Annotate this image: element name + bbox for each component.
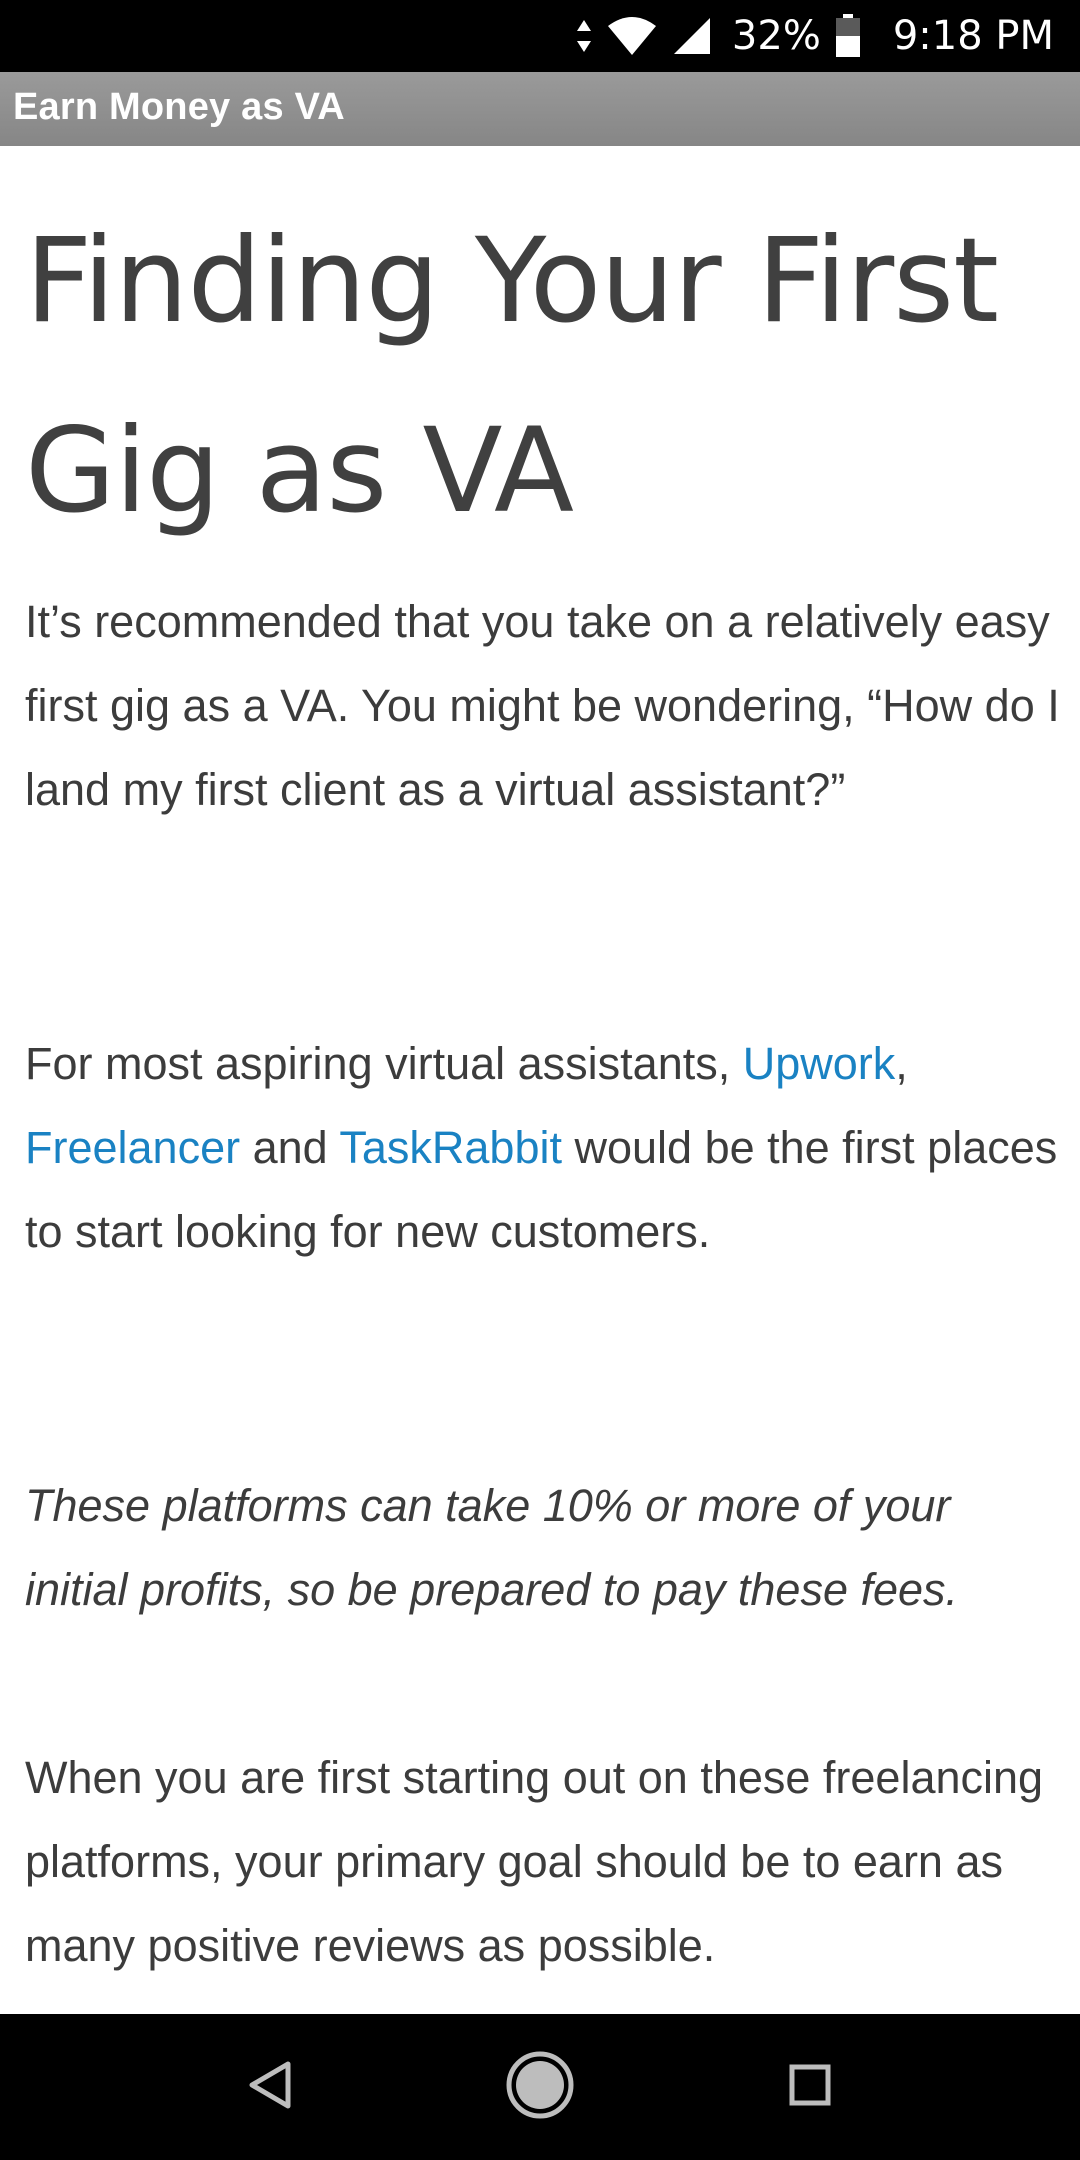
paragraph-reviews: When you are first starting out on these… [25, 1752, 1044, 1971]
recents-button[interactable] [770, 2047, 850, 2127]
back-icon [248, 2060, 292, 2115]
home-icon [505, 2050, 575, 2125]
wifi-icon [606, 16, 658, 56]
paragraph-platforms: For most aspiring virtual assistants, Up… [25, 1022, 1060, 1274]
cell-signal-icon [672, 16, 712, 56]
link-separator: , [895, 1038, 908, 1089]
app-bar: Earn Money as VA [0, 72, 1080, 146]
upwork-link[interactable]: Upwork [743, 1038, 896, 1089]
article-title: Finding Your First Gig as VA [25, 212, 999, 539]
data-arrows-icon [576, 18, 592, 54]
recents-icon [788, 2063, 832, 2112]
navigation-bar [0, 2014, 1080, 2160]
paragraph-platforms-text-before: For most aspiring virtual assistants, [25, 1038, 743, 1089]
freelancer-link[interactable]: Freelancer [25, 1122, 240, 1173]
paragraph-fees-note: These platforms can take 10% or more of … [25, 1480, 959, 1615]
battery-icon [835, 14, 861, 58]
app-title: Earn Money as VA [13, 86, 345, 128]
status-icons: 32% 9:18 PM [576, 0, 1054, 72]
paragraph-intro: It’s recommended that you take on a rela… [25, 596, 1060, 815]
screen: 32% 9:18 PM Earn Money as VA Finding You… [0, 0, 1080, 2160]
link-separator: and [240, 1122, 340, 1173]
clock: 9:18 PM [892, 13, 1054, 59]
article-content[interactable]: Finding Your First Gig as VA It’s recomm… [0, 146, 1080, 2014]
battery-percent: 32% [731, 13, 821, 59]
taskrabbit-link[interactable]: TaskRabbit [339, 1122, 562, 1173]
home-button[interactable] [500, 2047, 580, 2127]
status-bar: 32% 9:18 PM [0, 0, 1080, 72]
back-button[interactable] [230, 2047, 310, 2127]
